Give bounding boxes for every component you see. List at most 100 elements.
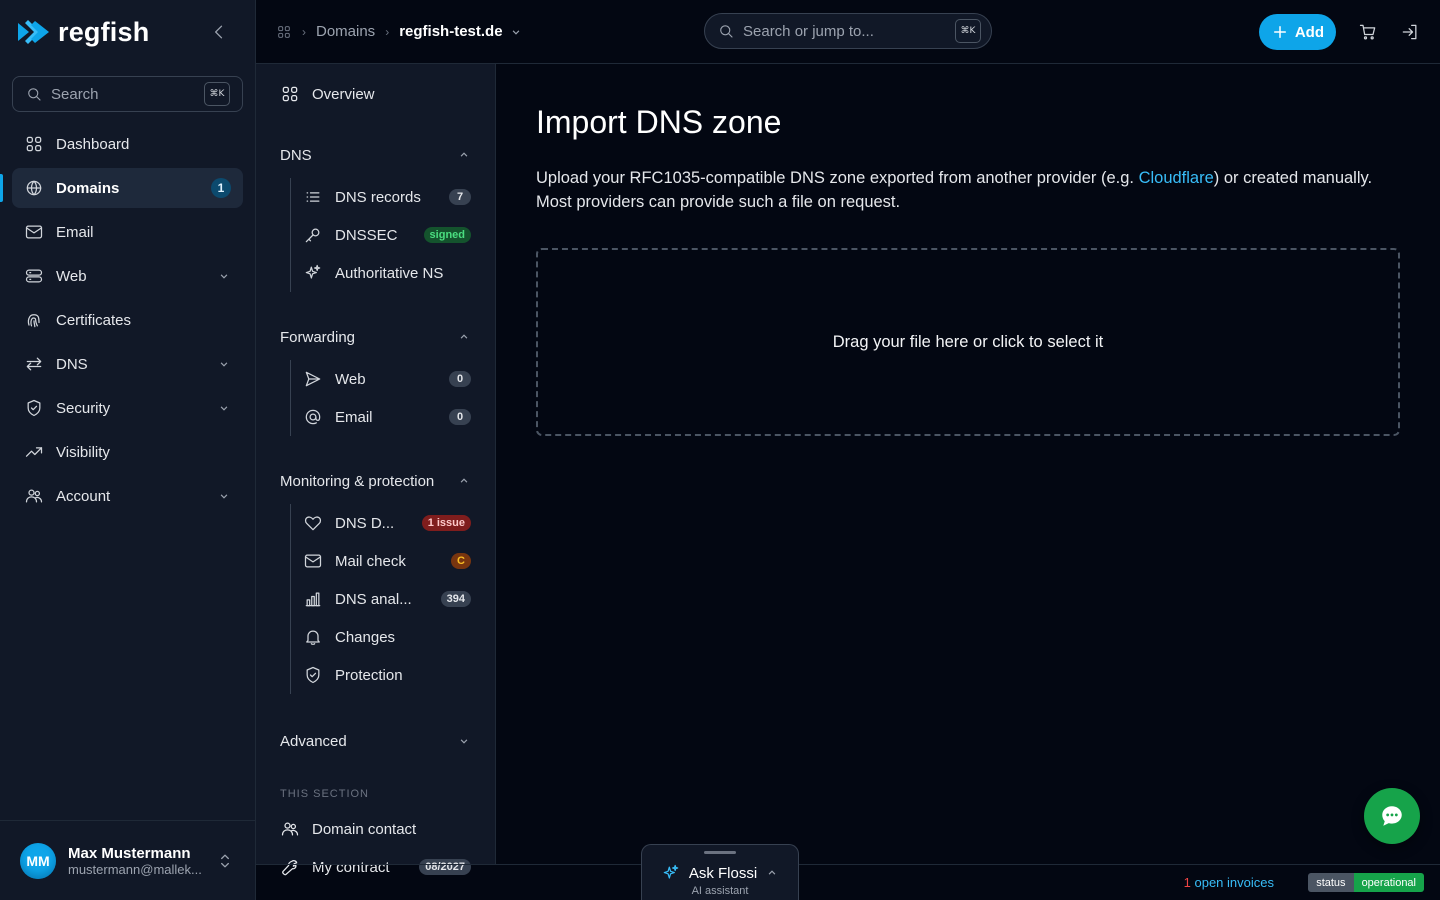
send-icon xyxy=(305,371,321,387)
global-search-input[interactable]: Search or jump to... ⌘K xyxy=(704,13,992,49)
subnav-group-forwarding[interactable]: Forwarding xyxy=(280,322,471,352)
nav-item-label: Dashboard xyxy=(56,135,130,153)
avatar: MM xyxy=(20,842,56,879)
subnav-item-forwarding-email[interactable]: Email 0 xyxy=(303,398,471,436)
nav-item-email[interactable]: Email xyxy=(12,212,243,252)
collapse-sidebar-button[interactable] xyxy=(207,20,231,44)
subnav-group-advanced[interactable]: Advanced xyxy=(280,726,471,756)
subnav-item-dnssec[interactable]: DNSSEC signed xyxy=(303,216,471,254)
nav-item-label: Email xyxy=(56,223,94,241)
subnav-item-mail-check[interactable]: Mail check C xyxy=(303,542,471,580)
assistant-title-row: Ask Flossi xyxy=(642,863,798,883)
subnav-item-label: DNS anal... xyxy=(335,590,412,608)
topbar: › Domains › regfish-test.de Search or ju… xyxy=(256,0,1440,64)
status-badge[interactable]: status operational xyxy=(1308,873,1424,892)
subnav-item-forwarding-web[interactable]: Web 0 xyxy=(303,360,471,398)
cart-icon[interactable] xyxy=(1358,22,1378,42)
section-label: THIS SECTION xyxy=(280,788,370,800)
user-email: mustermann@mallek... xyxy=(68,861,202,877)
nav-item-security[interactable]: Security xyxy=(12,388,243,428)
subnav-item-domain-contact[interactable]: Domain contact xyxy=(280,810,471,848)
logo-row: regfish xyxy=(0,0,255,64)
chat-button[interactable] xyxy=(1364,788,1420,844)
shield-check-icon xyxy=(306,666,320,684)
sidebar: regfish Search ⌘K Dashboard Domains 1 Em… xyxy=(0,0,256,900)
subnav-item-protection[interactable]: Protection xyxy=(303,656,471,694)
nav-item-label: Web xyxy=(56,267,87,285)
subnav-group-monitoring[interactable]: Monitoring & protection xyxy=(280,466,471,496)
cloudflare-link[interactable]: Cloudflare xyxy=(1139,169,1214,187)
user-menu[interactable]: MM Max Mustermann mustermann@mallek... xyxy=(0,820,255,900)
sidebar-search-label: Search xyxy=(51,85,99,103)
users-icon xyxy=(281,822,299,836)
file-dropzone[interactable]: Drag your file here or click to select i… xyxy=(536,248,1400,436)
top-actions: Add xyxy=(1258,14,1420,50)
status-badge: signed xyxy=(423,227,471,243)
user-name: Max Mustermann xyxy=(68,844,191,862)
breadcrumb-separator: › xyxy=(385,24,390,39)
nav-item-label: Domains xyxy=(56,179,120,197)
subnav-item-dns-analytics[interactable]: DNS anal... 394 xyxy=(303,580,471,618)
subnav-item-authoritative-ns[interactable]: Authoritative NS xyxy=(303,254,471,292)
chevron-up-icon xyxy=(460,478,468,483)
global-search-placeholder: Search or jump to... xyxy=(743,22,874,40)
nav-item-web[interactable]: Web xyxy=(12,256,243,296)
server-icon xyxy=(25,269,43,283)
at-sign-icon xyxy=(305,409,321,425)
chevron-up-icon xyxy=(768,870,776,875)
invoice-label: open invoices xyxy=(1190,875,1274,890)
add-button[interactable]: Add xyxy=(1258,14,1336,50)
ask-flossi-panel[interactable]: Ask Flossi AI assistant xyxy=(641,844,799,900)
sidebar-search[interactable]: Search ⌘K xyxy=(12,76,243,112)
nav-item-domains[interactable]: Domains 1 xyxy=(0,168,243,208)
subnav-item-dns-doctor[interactable]: DNS D... 1 issue xyxy=(303,504,471,542)
grid-icon[interactable] xyxy=(276,24,292,40)
logo[interactable]: regfish xyxy=(16,17,149,48)
subnav-group-forwarding-list: Web 0 Email 0 xyxy=(290,360,471,436)
fingerprint-icon xyxy=(27,314,40,328)
status-key: status xyxy=(1308,873,1354,892)
nav-item-label: Visibility xyxy=(56,443,110,461)
breadcrumb-domains-link[interactable]: Domains xyxy=(316,23,375,40)
shortcut-badge: ⌘K xyxy=(955,19,981,43)
subnav-item-changes[interactable]: Changes xyxy=(303,618,471,656)
subnav-item-label: DNSSEC xyxy=(335,226,398,244)
drag-handle[interactable] xyxy=(704,851,736,854)
open-invoices-link[interactable]: 1 open invoices xyxy=(1184,875,1274,890)
users-icon xyxy=(25,489,43,503)
nav-item-certificates[interactable]: Certificates xyxy=(12,300,243,340)
subnav-item-label: DNS D... xyxy=(335,514,395,532)
subnav-item-dns-records[interactable]: DNS records 7 xyxy=(303,178,471,216)
status-value: operational xyxy=(1353,873,1424,892)
issue-badge: 1 issue xyxy=(421,515,471,531)
subnav-overview[interactable]: Overview xyxy=(280,64,471,124)
subnav-overview-label: Overview xyxy=(312,85,375,103)
logout-icon[interactable] xyxy=(1400,22,1420,42)
subnav-item-label: Authoritative NS xyxy=(335,264,444,282)
mail-icon xyxy=(304,554,322,568)
count-badge: 0 xyxy=(449,371,471,387)
group-title: DNS xyxy=(280,146,312,164)
chevron-down-icon xyxy=(220,406,228,411)
subnav-item-label: Web xyxy=(335,370,366,388)
chevron-up-icon xyxy=(460,334,468,339)
search-icon xyxy=(28,88,41,101)
group-title: Monitoring & protection xyxy=(280,472,435,490)
subnav-item-label: Changes xyxy=(335,628,396,646)
nav-item-visibility[interactable]: Visibility xyxy=(12,432,243,472)
nav-item-label: Account xyxy=(56,487,111,505)
breadcrumb-domain-selector[interactable]: regfish-test.de xyxy=(399,23,522,40)
count-badge: 7 xyxy=(449,189,471,205)
subnav-group-dns[interactable]: DNS xyxy=(280,140,471,170)
chevron-up-icon xyxy=(460,152,468,157)
grid-icon xyxy=(26,136,42,152)
count-badge: 394 xyxy=(440,591,471,607)
nav-item-dashboard[interactable]: Dashboard xyxy=(12,124,243,164)
description-text: Upload your RFC1035-compatible DNS zone … xyxy=(536,169,1139,187)
nav-item-account[interactable]: Account xyxy=(12,476,243,516)
domains-count-badge: 1 xyxy=(211,178,231,198)
grid-icon xyxy=(282,86,298,102)
group-title: Forwarding xyxy=(280,328,356,346)
page-description: Upload your RFC1035-compatible DNS zone … xyxy=(536,166,1404,214)
nav-item-dns[interactable]: DNS xyxy=(12,344,243,384)
